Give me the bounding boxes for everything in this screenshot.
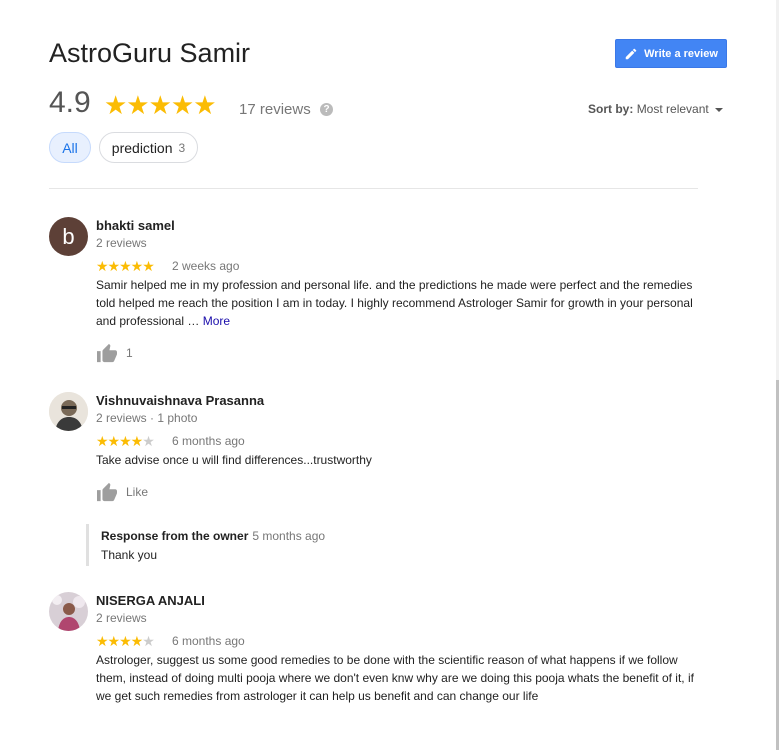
thumbs-up-icon [97,482,117,502]
review-time: 6 months ago [172,434,245,448]
reviewer-name[interactable]: Vishnuvaishnava Prasanna [96,393,264,408]
avatar[interactable] [49,592,88,631]
page-title: AstroGuru Samir [49,38,251,68]
reviewer-name[interactable]: NISERGA ANJALI [96,593,205,608]
avatar[interactable] [49,392,88,431]
sort-label: Sort by: [588,102,634,116]
sort-dropdown[interactable]: Sort by: Most relevant [588,102,723,116]
review-stars-empty: ★ [142,633,155,649]
filter-chip-prediction-label: prediction [111,139,173,156]
filter-chip-prediction[interactable]: prediction 3 [99,132,198,163]
reviewer-meta: 2 reviews [96,611,147,625]
profile-photo [49,392,88,431]
review-stars: ★★★★★ [96,433,155,449]
like-count: 1 [126,346,133,360]
sort-value: Most relevant [636,102,709,116]
thumbs-up-icon [97,343,117,363]
write-review-button[interactable]: Write a review [615,39,727,68]
like-button[interactable]: Like [96,482,148,502]
average-rating: 4.9 [49,86,91,119]
review-stars-filled: ★★★★ [96,633,143,649]
review-stars: ★★★★★ [96,633,155,649]
owner-response-heading: Response from the owner 5 months ago [101,529,325,543]
review-text: Samir helped me in my profession and per… [96,276,696,330]
profile-photo [49,592,88,631]
review-text-body: Samir helped me in my profession and per… [96,278,693,328]
more-link[interactable]: More [203,314,230,328]
like-button[interactable]: 1 [96,343,133,363]
avatar[interactable]: b [49,217,88,256]
pencil-icon [625,48,637,59]
review-count[interactable]: 17 reviews [239,101,311,118]
owner-response-time: 5 months ago [252,529,326,543]
owner-response-title: Response from the owner [101,529,249,543]
divider [49,188,698,189]
owner-response: Response from the owner 5 months ago Than… [86,524,489,566]
filter-chip-prediction-count: 3 [178,140,186,155]
review-text: Take advise once u will find differences… [96,453,372,467]
review-stars-empty: ★ [142,433,155,449]
review-stars: ★★★★★ [96,258,155,274]
help-icon[interactable]: ? [320,103,333,116]
owner-response-text: Thank you [101,548,158,562]
average-stars: ★★★★★ [104,90,217,120]
reviewer-meta: 2 reviews · 1 photo [96,411,198,425]
write-review-label: Write a review [644,47,718,60]
review-text: Astrologer, suggest us some good remedie… [96,653,694,703]
review-stars-filled: ★★★★ [96,433,143,449]
filter-chip-all[interactable]: All [49,132,91,163]
caret-down-icon [714,107,723,112]
reviewer-name[interactable]: bhakti samel [96,218,175,233]
like-label: Like [126,485,149,499]
reviewer-meta: 2 reviews [96,236,147,250]
filter-chip-all-label: All [62,139,78,156]
reviews-panel: AstroGuru Samir Write a review 4.9 ★★★★★… [0,0,777,750]
review-stars-filled: ★★★★★ [96,258,155,274]
review-time: 2 weeks ago [172,259,240,273]
review-time: 6 months ago [172,634,245,648]
